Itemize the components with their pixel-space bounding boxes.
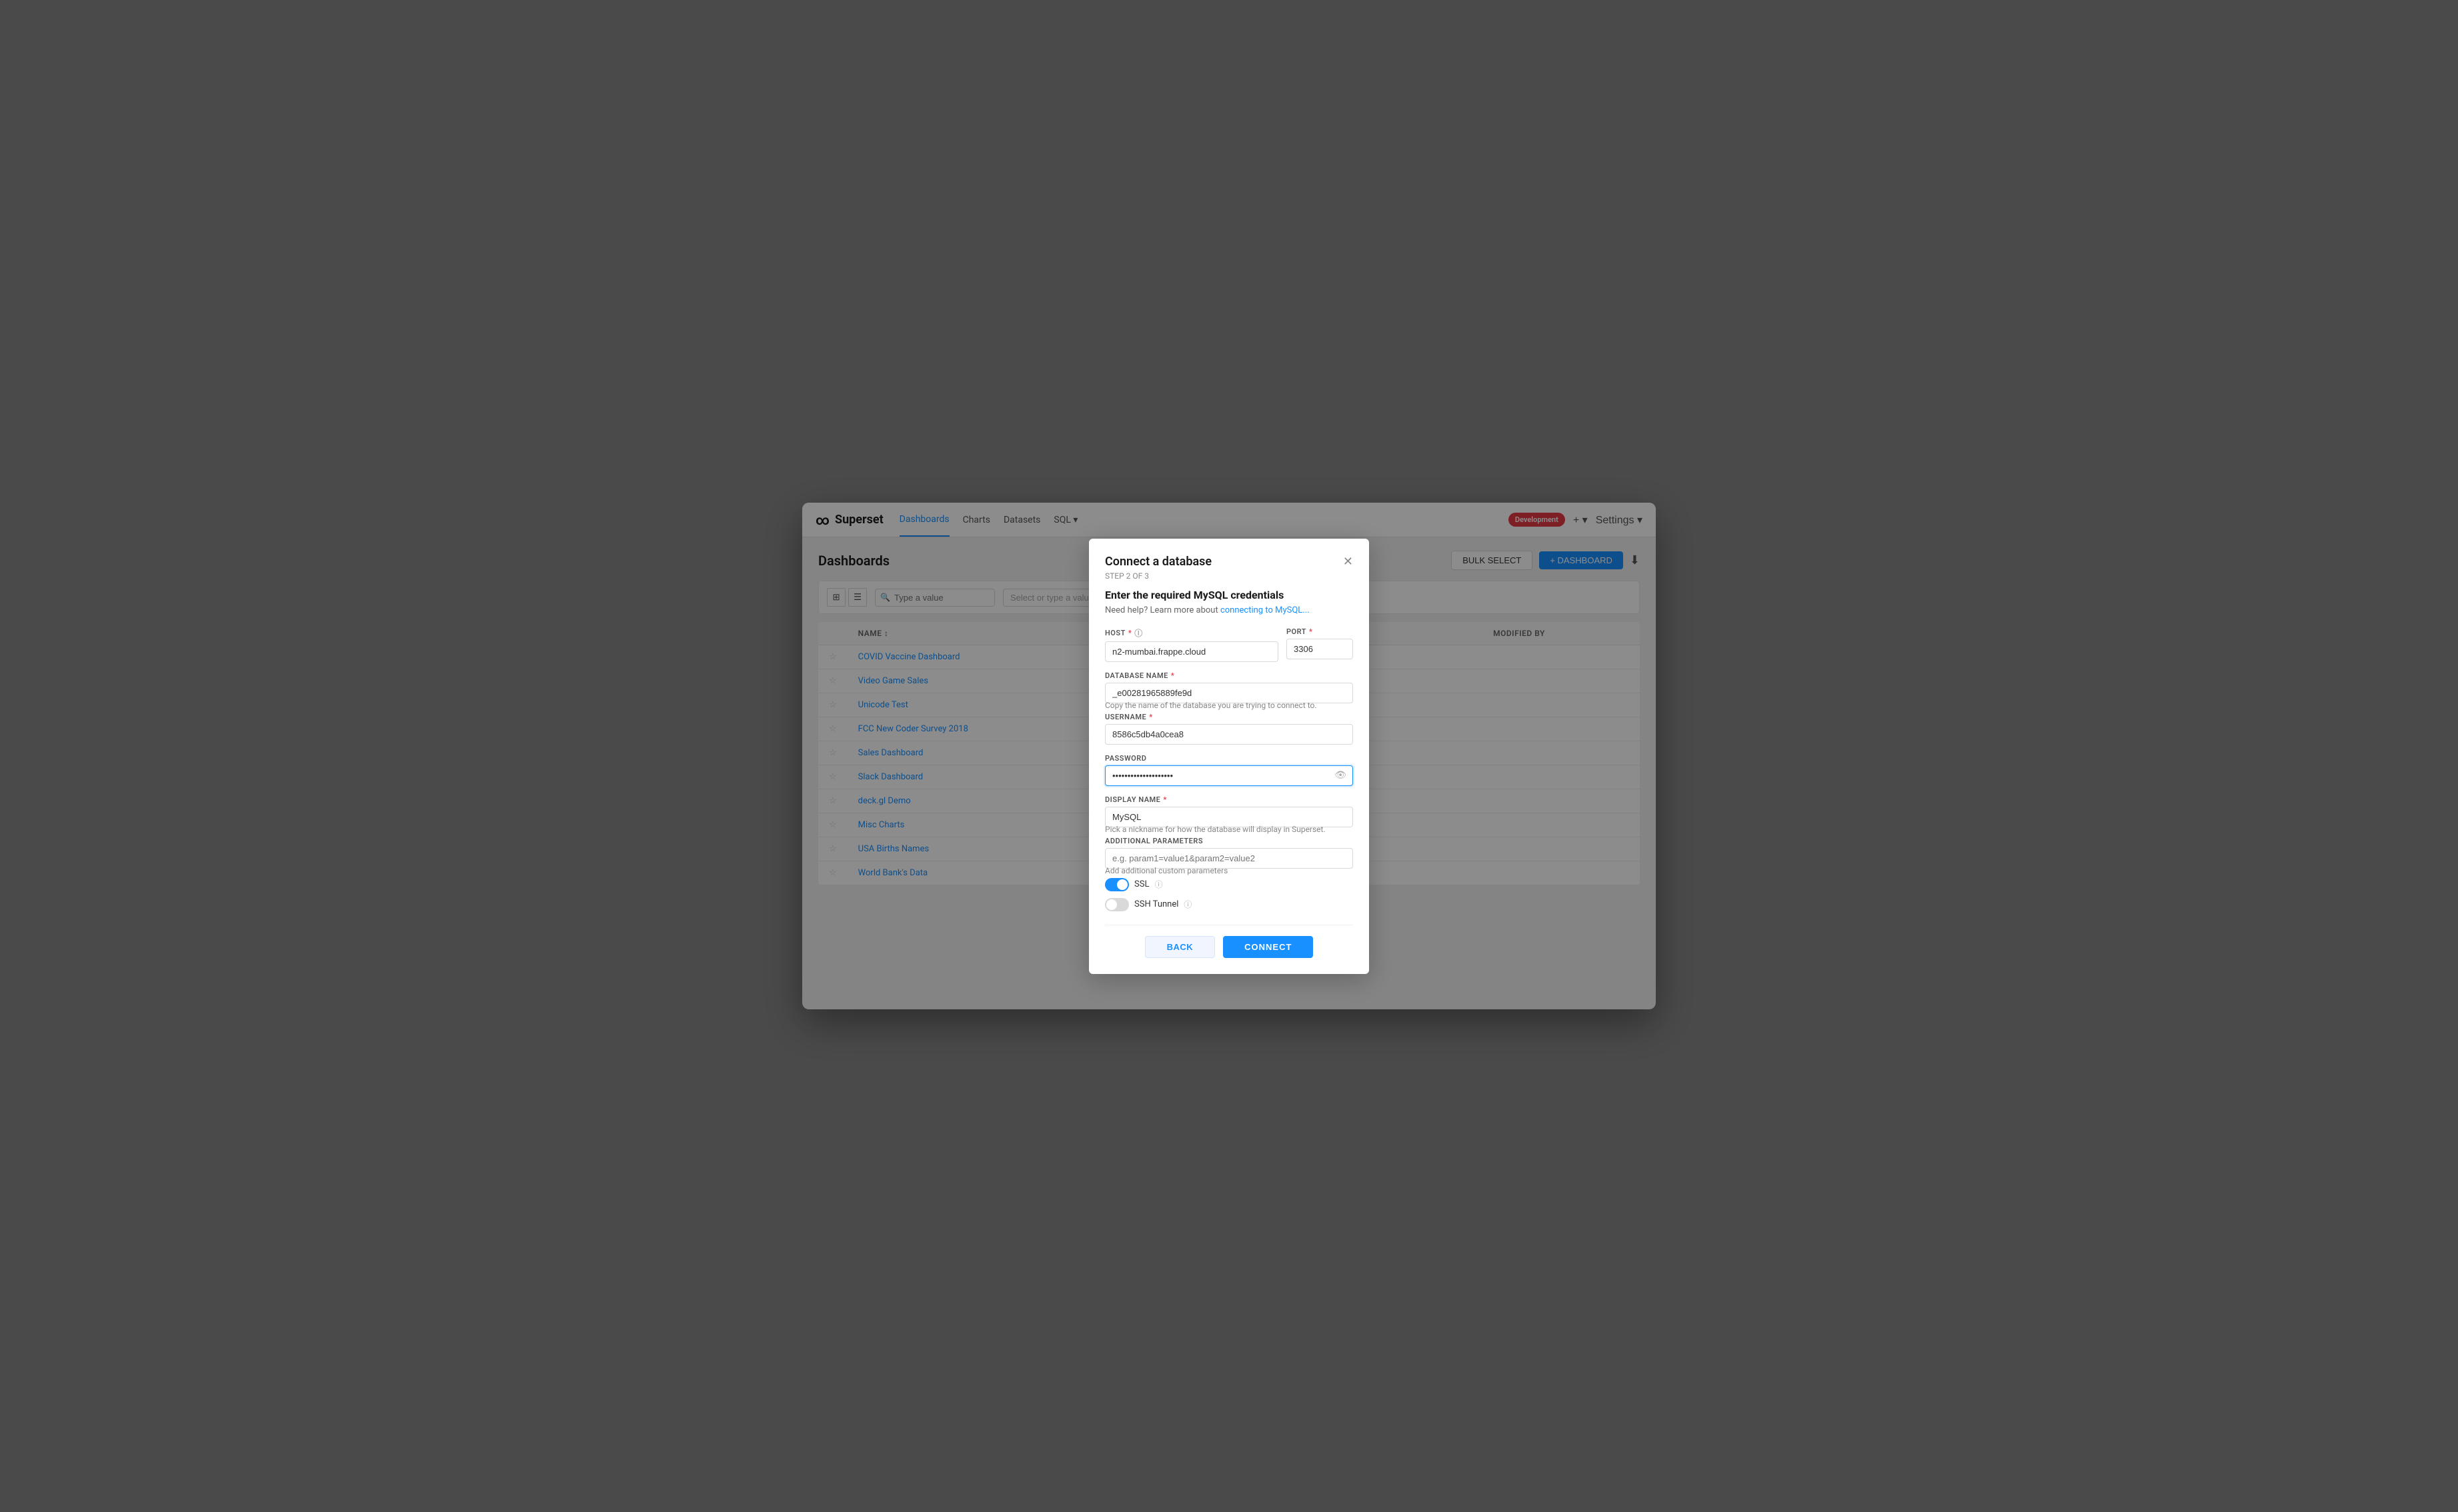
required-indicator: *: [1149, 713, 1152, 721]
display-name-label: DISPLAY NAME *: [1105, 795, 1353, 804]
host-group: HOST * ⓘ: [1105, 627, 1278, 662]
password-wrapper: 👁: [1105, 765, 1353, 786]
modal-footer: BACK CONNECT: [1105, 925, 1353, 958]
modal-header: Connect a database ✕: [1105, 555, 1353, 569]
database-name-group: DATABASE NAME *: [1105, 671, 1353, 703]
modal-subtitle: Enter the required MySQL credentials: [1105, 589, 1353, 601]
database-name-input[interactable]: [1105, 683, 1353, 703]
database-name-hint: Copy the name of the database you are tr…: [1105, 701, 1353, 710]
username-label: USERNAME *: [1105, 713, 1353, 721]
port-label: PORT *: [1286, 627, 1353, 636]
ssh-tunnel-label: SSH Tunnel: [1134, 899, 1178, 909]
required-indicator: *: [1128, 629, 1132, 637]
password-label: PASSWORD: [1105, 754, 1353, 763]
additional-params-label: ADDITIONAL PARAMETERS: [1105, 837, 1353, 845]
database-name-label: DATABASE NAME *: [1105, 671, 1353, 680]
back-button[interactable]: BACK: [1145, 936, 1216, 958]
display-name-group: DISPLAY NAME *: [1105, 795, 1353, 827]
modal-overlay: Connect a database ✕ STEP 2 OF 3 Enter t…: [802, 503, 1656, 1009]
host-port-row: HOST * ⓘ PORT *: [1105, 627, 1353, 662]
modal-close-button[interactable]: ✕: [1343, 555, 1353, 567]
display-name-hint: Pick a nickname for how the database wil…: [1105, 825, 1353, 834]
ssl-toggle[interactable]: [1105, 878, 1129, 891]
modal-title: Connect a database: [1105, 555, 1212, 569]
password-toggle-icon[interactable]: 👁: [1334, 770, 1346, 781]
connect-button[interactable]: CONNECT: [1223, 936, 1313, 958]
display-name-input[interactable]: [1105, 807, 1353, 827]
required-indicator: *: [1309, 627, 1312, 636]
password-group: PASSWORD 👁: [1105, 754, 1353, 786]
port-input[interactable]: [1286, 639, 1353, 659]
additional-params-group: ADDITIONAL PARAMETERS: [1105, 837, 1353, 869]
required-indicator: *: [1171, 671, 1174, 680]
ssh-tunnel-toggle[interactable]: [1105, 898, 1129, 911]
host-label: HOST * ⓘ: [1105, 627, 1278, 639]
username-input[interactable]: [1105, 724, 1353, 745]
connect-database-modal: Connect a database ✕ STEP 2 OF 3 Enter t…: [1089, 539, 1369, 974]
username-group: USERNAME *: [1105, 713, 1353, 745]
ssl-label: SSL: [1134, 879, 1149, 889]
required-indicator: *: [1163, 795, 1166, 804]
ssl-toggle-knob: [1117, 879, 1128, 890]
ssh-tunnel-toggle-knob: [1106, 899, 1117, 910]
help-link[interactable]: connecting to MySQL...: [1220, 605, 1310, 615]
ssl-info-icon[interactable]: ⓘ: [1154, 879, 1162, 890]
help-text: Need help? Learn more about connecting t…: [1105, 605, 1353, 615]
host-input[interactable]: [1105, 641, 1278, 662]
port-group: PORT *: [1286, 627, 1353, 662]
step-indicator: STEP 2 OF 3: [1105, 571, 1353, 581]
ssh-tunnel-toggle-row: SSH Tunnel ⓘ: [1105, 898, 1353, 911]
ssh-tunnel-info-icon[interactable]: ⓘ: [1184, 899, 1192, 910]
ssl-toggle-row: SSL ⓘ: [1105, 878, 1353, 891]
browser-window: ∞ Superset Dashboards Charts Datasets SQ…: [802, 503, 1656, 1009]
host-info-icon[interactable]: ⓘ: [1134, 627, 1143, 639]
password-input[interactable]: [1105, 765, 1353, 786]
additional-params-input[interactable]: [1105, 848, 1353, 869]
